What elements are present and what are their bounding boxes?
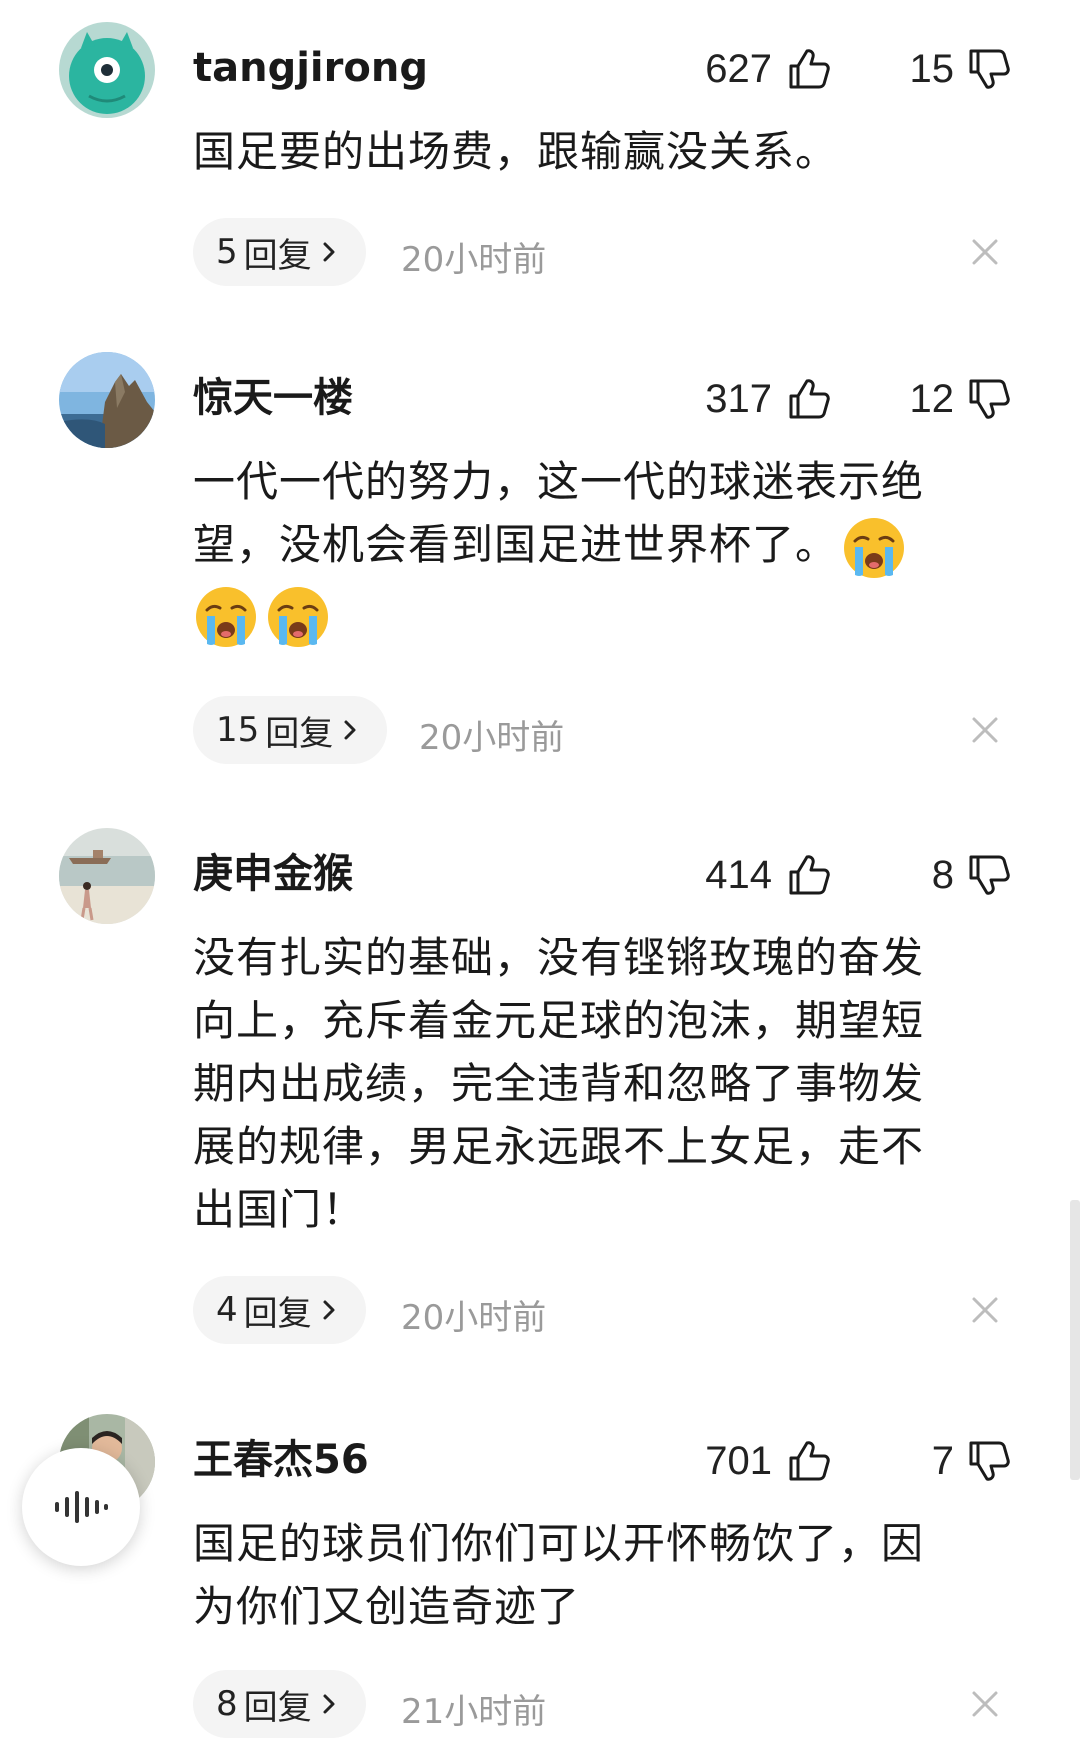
crying-face-emoji-icon (196, 587, 256, 647)
username[interactable]: 惊天一楼 (193, 374, 353, 422)
avatar[interactable] (59, 22, 155, 118)
replies-button[interactable]: 4 回复 (193, 1276, 366, 1344)
avatar[interactable] (59, 352, 155, 448)
scrollbar-thumb[interactable] (1070, 1200, 1080, 1480)
like-count: 627 (705, 46, 772, 91)
thumbs-up-icon[interactable] (786, 376, 832, 422)
comment-line: 期内出成绩，完全违背和忽略了事物发 (193, 1059, 925, 1108)
beach-person-avatar-image (59, 828, 155, 924)
reply-count: 8 (216, 1684, 238, 1724)
crying-face-emoji-icon (844, 517, 905, 578)
reply-label: 回复 (243, 1687, 312, 1728)
dislike-count: 7 (931, 1438, 954, 1483)
comment-text: 没有扎实的基础，没有铿锵玫瑰的奋发 向上，充斥着金元足球的泡沫，期望短 期内出成… (193, 926, 1013, 1241)
timestamp: 20小时前 (419, 718, 565, 758)
like-count: 317 (705, 376, 772, 421)
dislike-control[interactable]: 7 (932, 1436, 1012, 1486)
dislike-control[interactable]: 15 (910, 44, 1013, 94)
close-icon[interactable] (969, 1294, 1001, 1326)
dislike-count: 8 (931, 852, 954, 897)
avatar[interactable] (59, 828, 155, 924)
close-icon[interactable] (969, 236, 1001, 268)
dislike-control[interactable]: 12 (910, 374, 1013, 424)
voice-button[interactable] (22, 1448, 140, 1566)
reply-count: 5 (216, 232, 238, 272)
chevron-right-icon (323, 242, 335, 262)
comment-meta: 4 回复 20小时前 (193, 1276, 1013, 1344)
comment-text: 一代一代的努力，这一代的球迷表示绝 望，没机会看到国足进世界杯了。 (193, 450, 1013, 650)
voice-wave-icon (55, 1491, 108, 1523)
like-control[interactable]: 701 (705, 1436, 832, 1486)
dislike-count: 12 (909, 376, 955, 421)
comment-meta: 15 回复 20小时前 (193, 696, 1013, 764)
mountain-cliff-avatar-image (59, 352, 155, 448)
like-control[interactable]: 627 (705, 44, 832, 94)
username[interactable]: 庚申金猴 (193, 850, 353, 898)
close-icon[interactable] (969, 1688, 1001, 1720)
comment-line: 向上，充斥着金元足球的泡沫，期望短 (193, 996, 925, 1045)
comment-line: 望，没机会看到国足进世界杯了。 (193, 520, 839, 569)
reply-label: 回复 (265, 713, 334, 754)
username[interactable]: tangjirong (193, 44, 428, 92)
comment-text: 国足的球员们你们可以开怀畅饮了，因 为你们又创造奇迹了 (193, 1512, 1013, 1638)
comment-line: 没有扎实的基础，没有铿锵玫瑰的奋发 (193, 933, 925, 982)
thumbs-up-icon[interactable] (786, 46, 832, 92)
timestamp: 20小时前 (401, 240, 547, 280)
dislike-count: 15 (909, 46, 955, 91)
timestamp: 21小时前 (401, 1692, 547, 1732)
comment-line: 国足要的出场费，跟输赢没关系。 (193, 127, 839, 176)
emoji-row (190, 583, 1013, 651)
like-count: 701 (705, 1438, 772, 1483)
thumbs-down-icon[interactable] (966, 1438, 1012, 1484)
green-monster-avatar-image (59, 22, 155, 118)
reply-count: 4 (216, 1290, 238, 1330)
like-count: 414 (705, 852, 772, 897)
thumbs-up-icon[interactable] (786, 1438, 832, 1484)
reply-label: 回复 (243, 235, 312, 276)
replies-button[interactable]: 8 回复 (193, 1670, 366, 1738)
thumbs-up-icon[interactable] (786, 852, 832, 898)
comment-line: 国足的球员们你们可以开怀畅饮了，因 (193, 1519, 925, 1568)
chevron-right-icon (344, 720, 356, 740)
comment-meta: 8 回复 21小时前 (193, 1670, 1013, 1738)
thumbs-down-icon[interactable] (966, 376, 1012, 422)
comment-line: 为你们又创造奇迹了 (193, 1582, 581, 1631)
timestamp: 20小时前 (401, 1298, 547, 1338)
thumbs-down-icon[interactable] (966, 852, 1012, 898)
reply-count: 15 (216, 710, 260, 750)
like-control[interactable]: 414 (705, 850, 832, 900)
username[interactable]: 王春杰56 (193, 1436, 369, 1484)
comment-meta: 5 回复 20小时前 (193, 218, 1013, 286)
crying-face-emoji-icon (268, 587, 328, 647)
comment-line: 展的规律，男足永远跟不上女足，走不 (193, 1122, 925, 1171)
like-control[interactable]: 317 (705, 374, 832, 424)
replies-button[interactable]: 15 回复 (193, 696, 388, 764)
close-icon[interactable] (969, 714, 1001, 746)
replies-button[interactable]: 5 回复 (193, 218, 366, 286)
chevron-right-icon (323, 1300, 335, 1320)
chevron-right-icon (323, 1694, 335, 1714)
reply-label: 回复 (243, 1293, 312, 1334)
comment-text: 国足要的出场费，跟输赢没关系。 (193, 120, 1013, 183)
dislike-control[interactable]: 8 (932, 850, 1012, 900)
comment-line: 一代一代的努力，这一代的球迷表示绝 (193, 457, 925, 506)
thumbs-down-icon[interactable] (966, 46, 1012, 92)
comment-line: 出国门！ (193, 1185, 366, 1234)
comment-line-with-emoji: 望，没机会看到国足进世界杯了。 (193, 513, 1013, 581)
